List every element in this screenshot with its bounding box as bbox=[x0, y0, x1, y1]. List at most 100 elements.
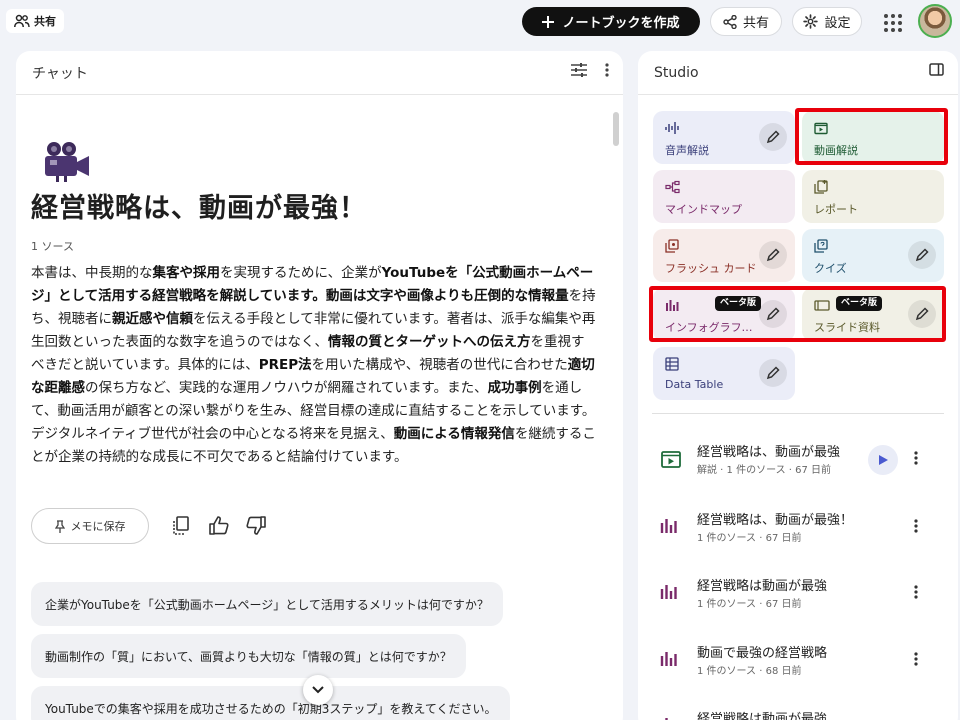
studio-tile-mind-map[interactable]: マインドマップ bbox=[653, 170, 795, 223]
play-button[interactable] bbox=[868, 445, 898, 475]
tile-label: フラッシュ カード bbox=[665, 262, 757, 275]
studio-tile-quiz[interactable]: クイズ bbox=[802, 229, 944, 282]
copy-icon[interactable] bbox=[173, 516, 189, 535]
studio-header-title: Studio bbox=[654, 64, 699, 81]
edit-pencil-icon[interactable] bbox=[759, 123, 787, 151]
save-to-memo-button[interactable]: メモに保存 bbox=[31, 508, 149, 544]
source-count: 1 ソース bbox=[31, 240, 74, 253]
summary-bold-text: PREP法 bbox=[258, 357, 312, 373]
item-title: 動画で最強の経営戦略 bbox=[697, 646, 828, 661]
item-subtitle: 1 件のソース · 67 日前 bbox=[697, 533, 802, 544]
studio-tile-infographic[interactable]: インフォグラフィック ベータ版 bbox=[653, 288, 795, 341]
chevron-down-icon bbox=[312, 686, 324, 694]
summary-text: の保ち方など、実践的な運用ノウハウが網羅されています。また、 bbox=[85, 380, 488, 396]
studio-tile-report[interactable]: レポート bbox=[802, 170, 944, 223]
notebook-title: 経営戦略は、動画が最強！ bbox=[31, 193, 367, 224]
summary-bold-text: 成功事例 bbox=[487, 380, 542, 396]
video-play-icon bbox=[814, 122, 828, 135]
studio-item[interactable]: 経営戦略は、動画が最強！ 1 件のソース · 67 日前 bbox=[652, 505, 948, 553]
play-icon bbox=[878, 455, 888, 465]
tile-label: レポート bbox=[814, 203, 858, 216]
share-button[interactable]: 共有 bbox=[710, 7, 782, 36]
share-chip[interactable]: 共有 bbox=[6, 9, 64, 33]
bar-chart-icon bbox=[660, 519, 677, 533]
item-title: 経営戦略は、動画が最強！ bbox=[697, 513, 854, 528]
collapse-panel-icon[interactable] bbox=[929, 63, 944, 76]
apps-grid-icon[interactable] bbox=[880, 10, 904, 34]
more-vert-icon[interactable] bbox=[914, 652, 918, 666]
studio-divider bbox=[652, 413, 944, 414]
tile-label: 動画解説 bbox=[814, 144, 858, 157]
avatar[interactable] bbox=[918, 4, 952, 38]
chat-header-title: チャット bbox=[32, 65, 88, 82]
bar-chart-icon bbox=[660, 585, 677, 599]
item-title: 経営戦略は、動画が最強 bbox=[697, 445, 841, 460]
share-icon bbox=[723, 14, 737, 29]
gear-icon bbox=[803, 14, 819, 29]
edit-pencil-icon[interactable] bbox=[759, 241, 787, 269]
studio-tile-data-table[interactable]: Data Table bbox=[653, 347, 795, 400]
share-button-label: 共有 bbox=[742, 16, 769, 31]
notebook-summary: 本書は、中長期的な集客や採用を実現するために、企業がYouTubeを「公式動画ホ… bbox=[31, 262, 597, 469]
report-icon bbox=[814, 180, 828, 194]
save-to-memo-label: メモに保存 bbox=[70, 520, 126, 533]
thumbs-down-icon[interactable] bbox=[246, 516, 266, 535]
edit-pencil-icon[interactable] bbox=[908, 300, 936, 328]
beta-badge: ベータ版 bbox=[836, 296, 883, 311]
studio-tile-flashcards[interactable]: フラッシュ カード bbox=[653, 229, 795, 282]
summary-bold-text: 集客や採用 bbox=[152, 265, 221, 281]
mind-map-icon bbox=[665, 180, 680, 194]
studio-item[interactable]: 経営戦略は動画が最強 1 件のソース · 67 日前 bbox=[652, 571, 948, 619]
tile-label: インフォグラフィック bbox=[665, 321, 761, 334]
tile-label: 音声解説 bbox=[665, 144, 709, 157]
movie-camera-icon bbox=[45, 142, 89, 182]
bar-chart-icon bbox=[660, 652, 677, 666]
summary-bold-text: 親近感や信頼 bbox=[112, 311, 193, 327]
summary-text: を用いた構成や、視聴者の世代に合わせた bbox=[311, 357, 568, 373]
create-notebook-button[interactable]: ノートブックを作成 bbox=[522, 7, 700, 36]
studio-tile-audio-overview[interactable]: 音声解説 bbox=[653, 111, 795, 164]
edit-pencil-icon[interactable] bbox=[908, 241, 936, 269]
item-subtitle: 解説 · 1 件のソース · 67 日前 bbox=[697, 465, 832, 476]
more-vert-icon[interactable] bbox=[914, 519, 918, 533]
more-vert-icon[interactable] bbox=[605, 63, 609, 77]
item-subtitle: 1 件のソース · 67 日前 bbox=[697, 599, 802, 610]
summary-text: 本書は、中長期的な bbox=[31, 265, 153, 281]
bar-chart-icon bbox=[666, 300, 679, 311]
top-bar: 共有 ノートブックを作成 共有 設定 bbox=[0, 0, 960, 44]
tile-label: スライド資料 bbox=[814, 321, 880, 334]
suggested-question[interactable]: 動画制作の「質」において、画質よりも大切な「情報の質」とは何ですか？ bbox=[31, 634, 466, 678]
audio-wave-icon bbox=[665, 122, 679, 134]
chat-scrollbar[interactable] bbox=[613, 112, 619, 146]
studio-header: Studio bbox=[638, 51, 958, 95]
more-vert-icon[interactable] bbox=[914, 451, 918, 465]
pin-icon bbox=[54, 519, 65, 533]
create-notebook-label: ノートブックを作成 bbox=[562, 16, 680, 31]
flashcard-icon bbox=[665, 239, 679, 253]
suggested-question[interactable]: 企業がYouTubeを「公式動画ホームページ」として活用するメリットは何ですか？ bbox=[31, 582, 503, 626]
summary-bold-text: 動画による情報発信 bbox=[393, 426, 515, 442]
thumbs-up-icon[interactable] bbox=[209, 516, 229, 535]
quiz-icon bbox=[814, 239, 828, 253]
studio-item[interactable]: 経営戦略は動画が最強 bbox=[652, 704, 948, 720]
studio-tile-video-overview[interactable]: 動画解説 bbox=[802, 111, 944, 164]
suggested-question[interactable]: YouTubeでの集客や採用を成功させるための「初期3ステップ」を教えてください… bbox=[31, 686, 511, 720]
edit-pencil-icon[interactable] bbox=[759, 359, 787, 387]
scroll-down-button[interactable] bbox=[303, 675, 333, 705]
beta-badge: ベータ版 bbox=[715, 296, 762, 311]
plus-icon bbox=[542, 15, 555, 28]
settings-button-label: 設定 bbox=[824, 16, 851, 31]
studio-tile-slides[interactable]: スライド資料 ベータ版 bbox=[802, 288, 944, 341]
item-title: 経営戦略は動画が最強 bbox=[697, 712, 828, 720]
table-icon bbox=[665, 357, 679, 371]
people-icon bbox=[14, 14, 30, 28]
studio-item[interactable]: 動画で最強の経営戦略 1 件のソース · 68 日前 bbox=[652, 638, 948, 686]
tune-icon[interactable] bbox=[571, 63, 587, 77]
studio-item[interactable]: 経営戦略は、動画が最強 解説 · 1 件のソース · 67 日前 bbox=[652, 437, 948, 485]
tile-label: Data Table bbox=[665, 378, 724, 391]
edit-pencil-icon[interactable] bbox=[759, 300, 787, 328]
bar-chart-icon bbox=[665, 718, 677, 720]
video-play-icon bbox=[661, 451, 681, 468]
settings-button[interactable]: 設定 bbox=[792, 7, 862, 36]
more-vert-icon[interactable] bbox=[914, 585, 918, 599]
